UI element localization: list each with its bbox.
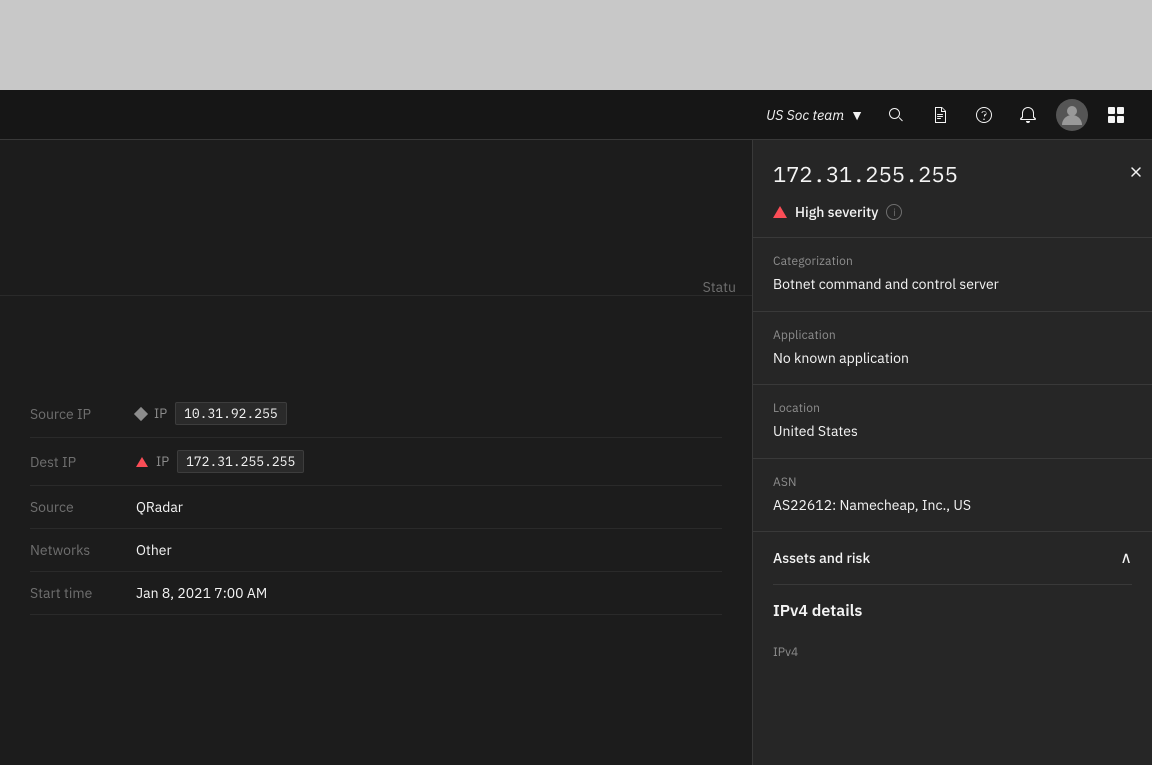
dest-ip-type: IP [156, 453, 169, 470]
source-ip-badge: 10.31.92.255 [175, 402, 287, 425]
team-name: US Soc team [766, 106, 844, 124]
status-bar: Statu [687, 270, 752, 304]
source-value: QRadar [136, 498, 183, 516]
detail-section: Source IP IP 10.31.92.255 Dest IP IP 172… [0, 390, 752, 615]
source-row: Source QRadar [30, 486, 722, 529]
ipv4-section: IPv4 details IPv4 [753, 585, 1152, 684]
grid-icon [1106, 105, 1126, 125]
application-label: Application [773, 328, 1132, 343]
bell-icon [1018, 105, 1038, 125]
search-button[interactable] [876, 95, 916, 135]
location-section: Location United States [753, 385, 1152, 459]
start-time-row: Start time Jan 8, 2021 7:00 AM [30, 572, 722, 615]
networks-label: Networks [30, 541, 120, 559]
severity-text: High severity [795, 203, 878, 221]
ipv4-label: IPv4 [773, 645, 853, 660]
source-ip-label: Source IP [30, 405, 120, 423]
source-label: Source [30, 498, 120, 516]
help-icon [974, 105, 994, 125]
start-time-value: Jan 8, 2021 7:00 AM [136, 584, 267, 602]
location-value: United States [773, 422, 1132, 442]
categorization-value: Botnet command and control server [773, 275, 1132, 295]
networks-value: Other [136, 541, 172, 559]
status-label: Statu [703, 278, 736, 296]
right-panel: 172.31.255.255 High severity i Categoriz… [752, 140, 1152, 765]
diamond-icon [134, 406, 148, 420]
dest-ip-value: IP 172.31.255.255 [136, 450, 304, 473]
ipv4-title: IPv4 details [773, 601, 1132, 621]
panel-divider [0, 295, 752, 296]
app-window: US Soc team ▼ [0, 90, 1152, 765]
dest-ip-row: Dest IP IP 172.31.255.255 [30, 438, 722, 486]
assets-header-text: Assets and risk [773, 549, 870, 567]
search-icon [886, 105, 906, 125]
ipv4-row: IPv4 [773, 637, 1132, 668]
dest-ip-badge: 172.31.255.255 [177, 450, 304, 473]
asn-value: AS22612: Namecheap, Inc., US [773, 496, 1132, 516]
categorization-section: Categorization Botnet command and contro… [753, 238, 1152, 312]
severity-info-icon[interactable]: i [886, 204, 902, 220]
assets-section: Assets and risk ∧ [753, 532, 1152, 585]
triangle-up-icon [136, 457, 148, 467]
close-button[interactable] [1120, 156, 1152, 188]
location-label: Location [773, 401, 1132, 416]
dest-ip-label: Dest IP [30, 453, 120, 471]
notification-button[interactable] [1008, 95, 1048, 135]
left-panel: Statu Source IP IP 10.31.92.255 Dest IP [0, 140, 752, 765]
avatar-button[interactable] [1052, 95, 1092, 135]
document-icon [930, 105, 950, 125]
ip-title: 172.31.255.255 [773, 160, 1132, 189]
chevron-up-icon: ∧ [1120, 548, 1132, 568]
application-section: Application No known application [753, 312, 1152, 386]
source-ip-row: Source IP IP 10.31.92.255 [30, 390, 722, 438]
main-content: Statu Source IP IP 10.31.92.255 Dest IP [0, 140, 1152, 765]
team-selector[interactable]: US Soc team ▼ [758, 106, 872, 124]
apps-button[interactable] [1096, 95, 1136, 135]
browser-chrome [0, 0, 1152, 90]
chevron-down-icon: ▼ [850, 106, 864, 124]
help-button[interactable] [964, 95, 1004, 135]
asn-label: ASN [773, 475, 1132, 490]
asn-section: ASN AS22612: Namecheap, Inc., US [753, 459, 1152, 533]
report-button[interactable] [920, 95, 960, 135]
severity-triangle-icon [773, 206, 787, 218]
assets-header[interactable]: Assets and risk ∧ [773, 532, 1132, 585]
start-time-label: Start time [30, 584, 120, 602]
header: US Soc team ▼ [0, 90, 1152, 140]
close-icon [1128, 164, 1144, 180]
right-panel-header: 172.31.255.255 High severity i [753, 140, 1152, 238]
application-value: No known application [773, 349, 1132, 369]
source-ip-value: IP 10.31.92.255 [136, 402, 287, 425]
severity-row: High severity i [773, 203, 1132, 221]
categorization-label: Categorization [773, 254, 1132, 269]
user-avatar [1056, 99, 1088, 131]
networks-row: Networks Other [30, 529, 722, 572]
source-ip-type: IP [154, 405, 167, 422]
